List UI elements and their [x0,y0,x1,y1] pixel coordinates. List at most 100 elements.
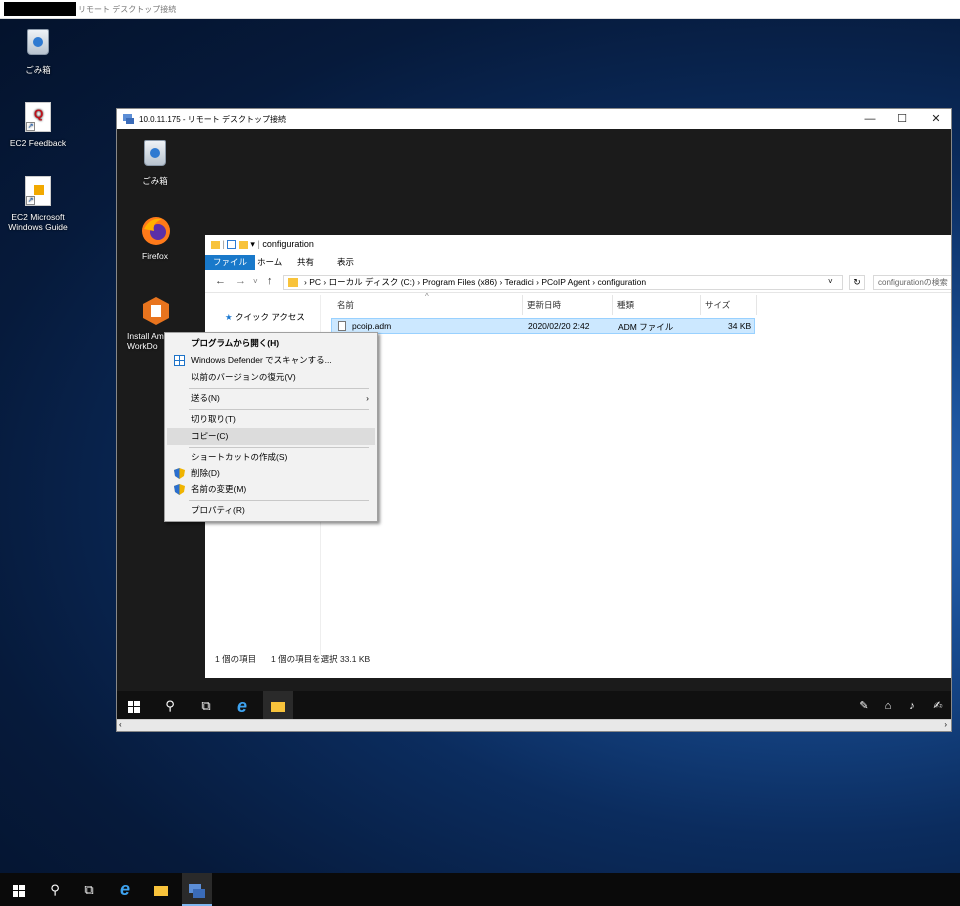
uac-shield-icon [174,484,185,495]
taskbar: ⚲ ⧉ e [0,873,960,906]
redacted-block [4,2,76,16]
remote-icon-firefox[interactable]: Firefox [117,215,193,261]
file-icon [338,321,346,331]
recycle-bin-icon [144,140,166,166]
desktop-icon-ec2-guide[interactable]: ↗ EC2 Microsoft Windows Guide [0,176,76,232]
internet-explorer-icon[interactable]: e [110,873,140,906]
horizontal-scrollbar[interactable]: ‹ › [117,719,951,731]
firefox-icon [142,217,170,245]
column-header-type[interactable]: 種類 [613,295,701,315]
start-icon[interactable] [119,691,149,721]
menu-item-defender-scan[interactable]: Windows Defender でスキャンする... [167,352,375,369]
desktop-icon-label: ごみ箱 [25,65,51,75]
tab-share[interactable]: 共有 [289,255,322,270]
refresh-icon[interactable]: ↻ [849,275,865,290]
outer-window-title: リモート デスクトップ接続 [78,5,177,14]
remote-taskbar: ⚲ ⧉ e ✎ ⌂ ♪ ✍ [117,691,951,721]
tab-file[interactable]: ファイル [205,255,256,270]
address-path[interactable]: ˅ › PC › ローカル ディスク (C:) › Program Files … [283,275,843,290]
menu-separator [189,388,369,389]
menu-item-properties[interactable]: プロパティ(R) [167,502,375,519]
properties-icon[interactable] [227,240,237,250]
status-selection: 1 個の項目を選択 33.1 KB [271,654,371,664]
defender-icon [174,355,185,366]
path-segment[interactable]: Program Files (x86) [422,277,497,287]
file-type: ADM ファイル [618,322,674,332]
maximize-button[interactable]: ☐ [887,111,917,127]
scroll-right-icon[interactable]: › [944,720,947,729]
file-size: 34 KB [728,321,752,331]
table-row[interactable]: pcoip.adm 2020/02/20 2:42 ADM ファイル 34 KB [331,318,755,334]
uac-shield-icon [174,468,185,479]
submenu-arrow-icon: › [366,393,369,403]
scroll-left-icon[interactable]: ‹ [119,720,122,729]
context-menu: プログラムから開く(H) Windows Defender でスキャンする...… [164,332,378,522]
sort-caret-icon: ^ [425,292,429,301]
desktop-icon-label: ごみ箱 [142,176,168,186]
recent-dropdown-icon[interactable]: ˅ [253,277,258,286]
desktop-icon-ec2-feedback[interactable]: Q ↗ EC2 Feedback [0,102,76,148]
menu-item-cut[interactable]: 切り取り(T) [167,411,375,428]
remote-window-title: 10.0.11.175 - リモート デスクトップ接続 [139,115,286,124]
forward-arrow-icon[interactable]: → [235,275,246,287]
search-icon[interactable]: ⚲ [155,691,185,721]
path-segment[interactable]: PC [309,277,321,287]
path-segment[interactable]: PCoIP Agent [541,277,590,287]
menu-separator [189,500,369,501]
explorer-title: configuration [262,239,314,249]
desktop-icon-label: EC2 Feedback [9,138,67,148]
menu-item-open-with[interactable]: プログラムから開く(H) [167,335,375,352]
address-dropdown-icon[interactable]: ˅ [828,275,833,288]
workdocs-icon [143,297,169,325]
file-modified: 2020/02/20 2:42 [528,321,590,331]
close-button[interactable]: ✕ [921,111,951,127]
new-folder-icon[interactable] [238,240,248,249]
star-icon: ★ [225,312,233,322]
ribbon-tabs: ファイル ホーム 共有 表示 [205,255,951,270]
rdp-icon [123,113,134,124]
feedback-icon: Q ↗ [25,102,51,132]
path-segment[interactable]: configuration [597,277,646,287]
menu-item-rename[interactable]: 名前の変更(M) [167,481,375,498]
menu-separator [189,409,369,410]
desktop-icon-label: EC2 Microsoft Windows Guide [8,212,68,232]
address-bar-row: ← → ˅ ↑ ˅ › PC › ローカル ディスク (C:) › Progra… [205,271,951,293]
menu-item-create-shortcut[interactable]: ショートカットの作成(S) [167,449,375,466]
remote-window-titlebar: 10.0.11.175 - リモート デスクトップ接続 — ☐ ✕ [117,109,951,129]
menu-item-restore-versions[interactable]: 以前のバージョンの復元(V) [167,369,375,386]
dropdown-icon[interactable]: ▾ [250,239,255,249]
minimize-button[interactable]: — [855,111,885,127]
guide-icon: ↗ [25,176,51,206]
remote-desktop-icon[interactable] [182,873,212,906]
file-explorer-icon[interactable] [263,691,293,721]
file-name: pcoip.adm [352,321,392,331]
back-arrow-icon[interactable]: ← [215,275,226,287]
task-view-icon[interactable]: ⧉ [74,873,104,906]
up-arrow-icon[interactable]: ↑ [267,275,273,287]
tab-home[interactable]: ホーム [249,255,290,270]
desktop-icon-label: Firefox [142,251,168,261]
path-segment[interactable]: ローカル ディスク (C:) [329,277,415,287]
start-icon[interactable] [4,873,34,906]
menu-item-send-to[interactable]: 送る(N) › [167,390,375,407]
menu-item-delete[interactable]: 削除(D) [167,465,375,482]
column-header-size[interactable]: サイズ [701,295,757,315]
outer-window-titlebar: リモート デスクトップ接続 [0,0,960,19]
search-icon[interactable]: ⚲ [40,873,70,906]
folder-icon [288,278,298,287]
path-segment[interactable]: Teradici [504,277,533,287]
remote-icon-recycle-bin[interactable]: ごみ箱 [117,137,193,186]
column-header-modified[interactable]: 更新日時 [523,295,613,315]
ink-workspace-icon[interactable]: ✍ [923,691,953,721]
menu-item-copy[interactable]: コピー(C) [167,428,375,445]
quick-access-toolbar: | ▾ | configuration [211,239,314,253]
desktop-icon-recycle-bin[interactable]: ごみ箱 [0,26,76,75]
nav-item-quick-access[interactable]: ★ クイック アクセス [225,311,305,323]
search-input[interactable]: configurationの検索 [873,275,951,290]
menu-separator [189,447,369,448]
internet-explorer-icon[interactable]: e [227,691,257,721]
task-view-icon[interactable]: ⧉ [191,691,221,721]
file-explorer-icon[interactable] [146,873,176,906]
tab-view[interactable]: 表示 [329,255,362,270]
folder-icon [211,240,220,249]
